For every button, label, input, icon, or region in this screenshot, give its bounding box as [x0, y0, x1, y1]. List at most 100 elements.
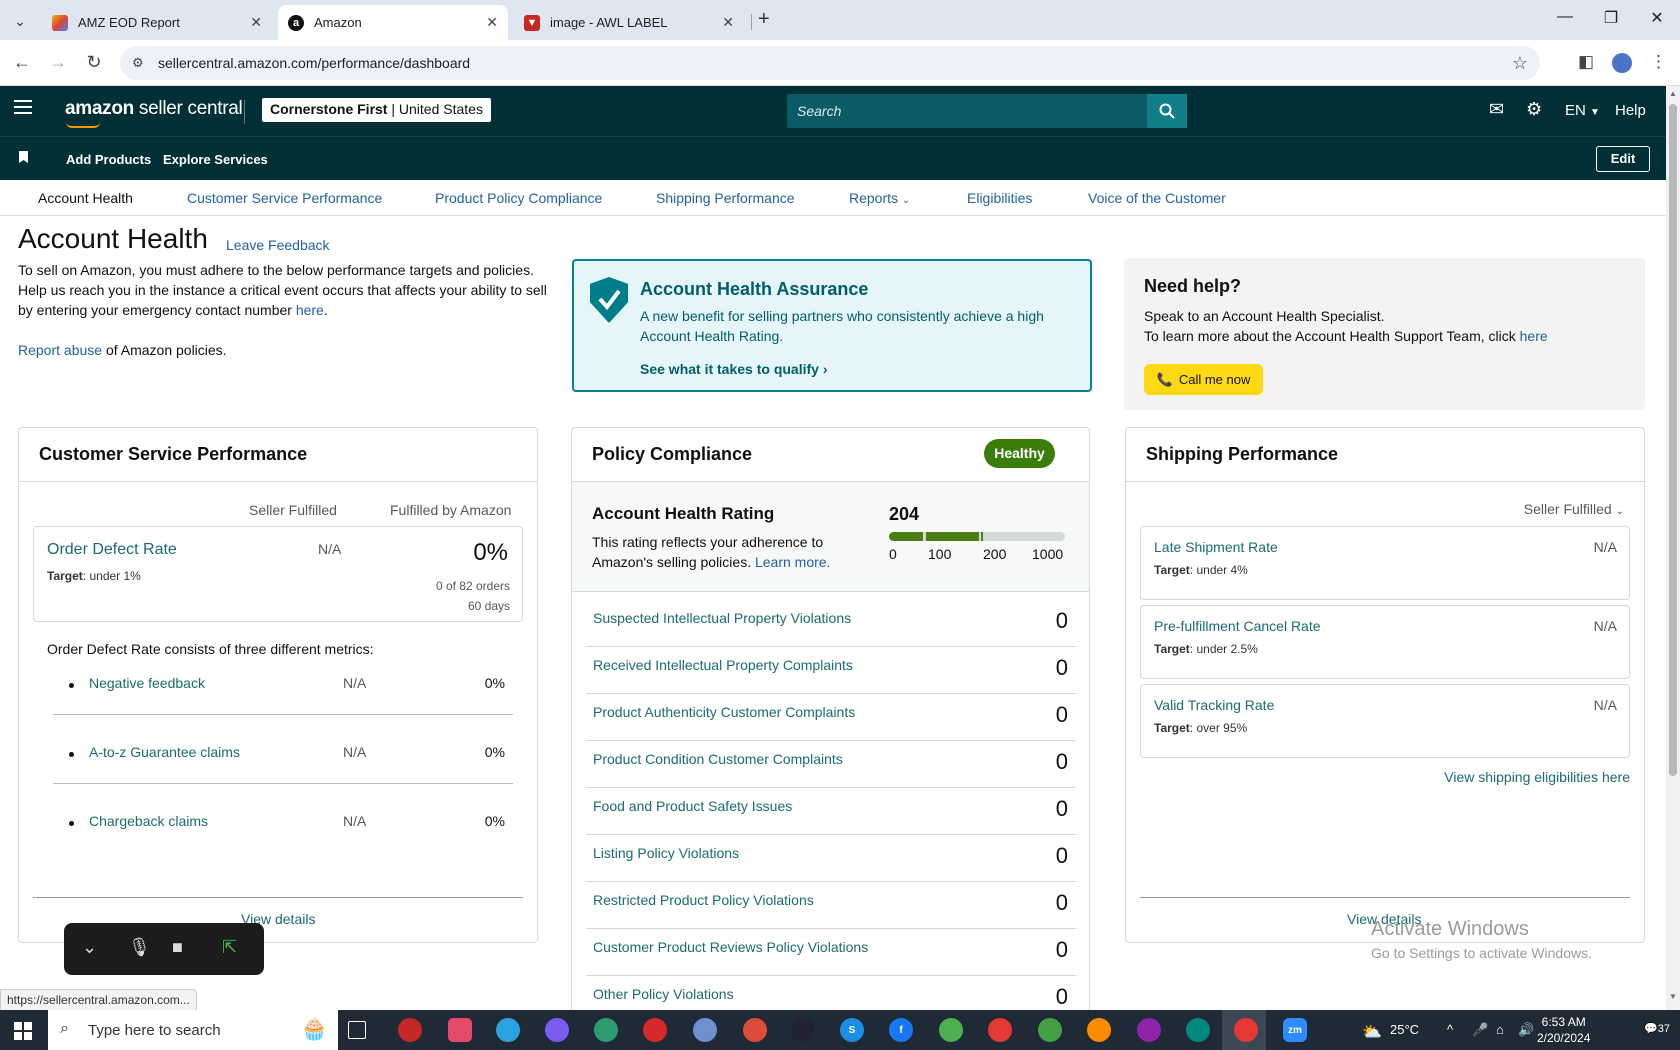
weather-temp[interactable]: 25°C [1390, 1022, 1419, 1037]
violation-name-link[interactable]: Listing Policy Violations [593, 845, 739, 861]
cancel-rate-link[interactable]: Pre-fulfillment Cancel Rate [1154, 618, 1321, 634]
chrome-profile-icon[interactable] [1087, 1018, 1111, 1042]
shipping-eligibilities-link[interactable]: View shipping eligibilities here [1444, 769, 1630, 785]
tab-search-chevron-icon[interactable]: ⌄ [8, 9, 32, 33]
windows-start-icon[interactable] [14, 1022, 32, 1040]
tab-reports[interactable]: Reports ⌄ [849, 190, 910, 206]
scroll-thumb[interactable] [1669, 104, 1677, 776]
a-to-z-claims-link[interactable]: A-to-z Guarantee claims [89, 744, 240, 760]
valid-tracking-rate-link[interactable]: Valid Tracking Rate [1154, 697, 1274, 713]
language-selector[interactable]: EN ▼ [1565, 102, 1600, 119]
show-hidden-icons-icon[interactable]: ^ [1447, 1022, 1453, 1037]
back-icon[interactable]: ← [11, 52, 33, 73]
facebook-icon[interactable]: f [889, 1018, 913, 1042]
search-input[interactable]: Search [787, 94, 1147, 128]
app-icon[interactable] [693, 1018, 717, 1042]
emergency-contact-link[interactable]: here [296, 302, 324, 318]
violation-name-link[interactable]: Customer Product Reviews Policy Violatio… [593, 939, 868, 955]
video-camera-icon[interactable]: ■ [172, 937, 183, 958]
app-icon[interactable] [398, 1018, 422, 1042]
add-products-link[interactable]: Add Products [66, 152, 151, 167]
volume-icon[interactable]: 🔊 [1518, 1022, 1534, 1038]
help-link[interactable]: Help [1615, 102, 1646, 119]
store-selector[interactable]: Cornerstone First | United States [262, 98, 491, 122]
chrome-icon[interactable] [743, 1018, 767, 1042]
tab-shipping-performance[interactable]: Shipping Performance [656, 190, 795, 206]
minimize-icon[interactable]: — [1550, 8, 1580, 26]
restore-icon[interactable]: ❐ [1596, 8, 1626, 28]
seller-central-logo[interactable]: amazon seller central [65, 98, 243, 120]
tab-eligibilities[interactable]: Eligibilities [967, 190, 1032, 206]
report-abuse-link[interactable]: Report abuse [18, 342, 102, 358]
see-what-it-takes-link[interactable]: See what it takes to qualify › [640, 361, 828, 377]
hamburger-menu-icon[interactable] [14, 100, 32, 118]
weather-icon[interactable]: ⛅ [1362, 1022, 1382, 1042]
app-icon[interactable] [791, 1018, 815, 1042]
chargeback-claims-link[interactable]: Chargeback claims [89, 813, 208, 829]
browser-tab-amz-eod[interactable]: AMZ EOD Report ✕ [42, 5, 272, 40]
browser-tab-awl-label[interactable]: ▼ image - AWL LABEL ✕ [514, 5, 744, 40]
telegram-icon[interactable] [496, 1018, 520, 1042]
violation-name-link[interactable]: Food and Product Safety Issues [593, 798, 792, 814]
violation-name-link[interactable]: Product Condition Customer Complaints [593, 751, 843, 767]
tab-account-health[interactable]: Account Health [38, 190, 133, 206]
skype-icon[interactable]: S [840, 1018, 864, 1042]
app-icon[interactable] [594, 1018, 618, 1042]
chrome-active-icon[interactable] [1234, 1018, 1258, 1042]
bookmark-icon[interactable] [19, 151, 28, 163]
profile-avatar-icon[interactable] [1612, 53, 1632, 73]
reload-icon[interactable]: ↻ [83, 52, 105, 73]
call-me-now-button[interactable]: 📞 Call me now [1144, 364, 1263, 395]
system-clock[interactable]: 6:53 AM 2/20/2024 [1537, 1014, 1590, 1046]
mail-icon[interactable]: ✉ [1489, 99, 1504, 120]
close-tab-icon[interactable]: ✕ [722, 14, 734, 31]
address-bar[interactable]: ⚙ sellercentral.amazon.com/performance/d… [120, 46, 1540, 80]
violation-name-link[interactable]: Restricted Product Policy Violations [593, 892, 814, 908]
ahr-learn-more-link[interactable]: Learn more. [755, 554, 830, 570]
gear-icon[interactable]: ⚙ [1526, 99, 1542, 120]
bookmark-star-icon[interactable]: ☆ [1512, 53, 1528, 74]
chrome-profile-icon[interactable] [988, 1018, 1012, 1042]
chrome-profile-icon[interactable] [1038, 1018, 1062, 1042]
browser-tab-amazon[interactable]: a Amazon ✕ [278, 5, 508, 40]
chrome-profile-icon[interactable] [1137, 1018, 1161, 1042]
collapse-chevron-icon[interactable]: ⌄ [82, 937, 97, 958]
app-icon[interactable] [545, 1018, 569, 1042]
microphone-icon[interactable]: 🎤 [1472, 1022, 1488, 1038]
search-button[interactable] [1147, 94, 1187, 128]
zoom-app-icon[interactable]: zm [1283, 1018, 1307, 1042]
violation-name-link[interactable]: Product Authenticity Customer Complaints [593, 704, 855, 720]
window-close-icon[interactable]: ✕ [1642, 8, 1672, 28]
taskbar-search-input[interactable]: ⌕ Type here to search 🧁 [48, 1010, 338, 1050]
scroll-down-icon[interactable]: ▼ [1669, 992, 1677, 1001]
tab-voice-of-customer[interactable]: Voice of the Customer [1088, 190, 1226, 206]
chrome-profile-icon[interactable] [939, 1018, 963, 1042]
explore-services-link[interactable]: Explore Services [163, 152, 268, 167]
fulfillment-channel-selector[interactable]: Seller Fulfilled ⌄ [1524, 501, 1624, 517]
late-shipment-rate-link[interactable]: Late Shipment Rate [1154, 539, 1278, 555]
notifications-icon[interactable]: 💬37 [1644, 1022, 1670, 1035]
muted-mic-icon[interactable]: 🎙 [128, 937, 151, 958]
support-team-link[interactable]: here [1520, 328, 1548, 344]
app-icon[interactable] [448, 1018, 472, 1042]
browser-menu-icon[interactable]: ⋮ [1650, 52, 1667, 72]
close-tab-icon[interactable]: ✕ [250, 14, 262, 31]
chrome-profile-icon[interactable] [1186, 1018, 1210, 1042]
scroll-up-icon[interactable]: ▲ [1669, 89, 1677, 98]
share-screen-icon[interactable]: ⇱ [222, 937, 237, 958]
page-scrollbar[interactable]: ▲ ▼ [1666, 86, 1680, 1010]
side-panel-icon[interactable]: ◧ [1578, 52, 1594, 72]
order-defect-rate-link[interactable]: Order Defect Rate [47, 541, 177, 559]
network-icon[interactable]: ⌂ [1496, 1022, 1504, 1037]
task-view-icon[interactable] [348, 1021, 366, 1039]
opera-icon[interactable] [643, 1018, 667, 1042]
negative-feedback-link[interactable]: Negative feedback [89, 675, 205, 691]
leave-feedback-link[interactable]: Leave Feedback [226, 237, 330, 253]
forward-icon[interactable]: → [47, 52, 69, 73]
tab-product-policy-compliance[interactable]: Product Policy Compliance [435, 190, 602, 206]
site-info-icon[interactable]: ⚙ [132, 55, 144, 71]
violation-name-link[interactable]: Received Intellectual Property Complaint… [593, 657, 853, 673]
violation-name-link[interactable]: Suspected Intellectual Property Violatio… [593, 610, 851, 626]
edit-button[interactable]: Edit [1596, 146, 1650, 172]
new-tab-icon[interactable]: + [758, 8, 770, 31]
